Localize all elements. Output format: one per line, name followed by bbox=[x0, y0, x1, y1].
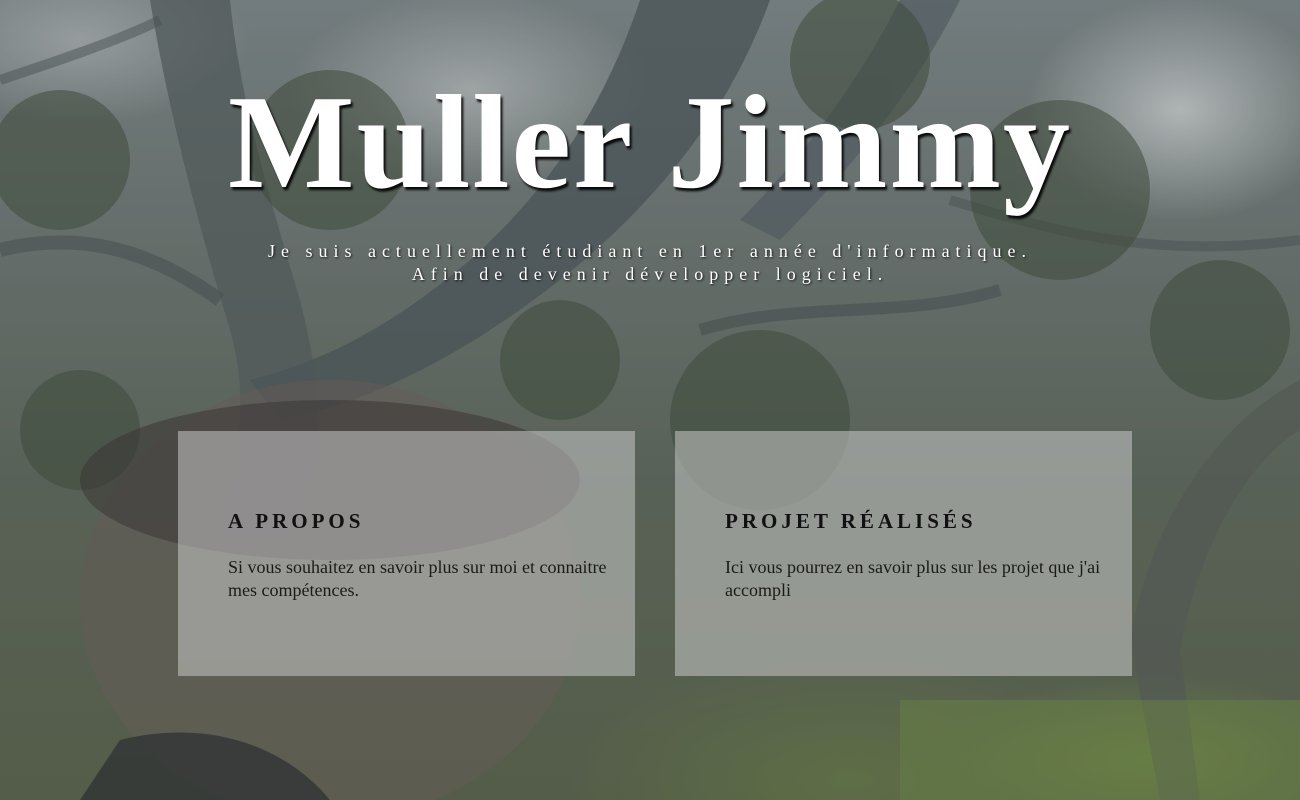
page-subtitle: Je suis actuellement étudiant en 1er ann… bbox=[0, 240, 1300, 286]
projects-card[interactable]: PROJET RÉALISÉS Ici vous pourrez en savo… bbox=[675, 431, 1132, 676]
subtitle-line-2: Afin de devenir développer logiciel. bbox=[411, 264, 889, 284]
subtitle-line-1: Je suis actuellement étudiant en 1er ann… bbox=[267, 241, 1033, 261]
page-title: Muller Jimmy bbox=[228, 68, 1072, 216]
about-card[interactable]: A PROPOS Si vous souhaitez en savoir plu… bbox=[178, 431, 635, 676]
about-card-heading: A PROPOS bbox=[228, 509, 365, 533]
projects-card-text: Ici vous pourrez en savoir plus sur les … bbox=[725, 557, 1101, 600]
about-card-text: Si vous souhaitez en savoir plus sur moi… bbox=[228, 557, 607, 600]
projects-card-heading: PROJET RÉALISÉS bbox=[725, 509, 977, 533]
